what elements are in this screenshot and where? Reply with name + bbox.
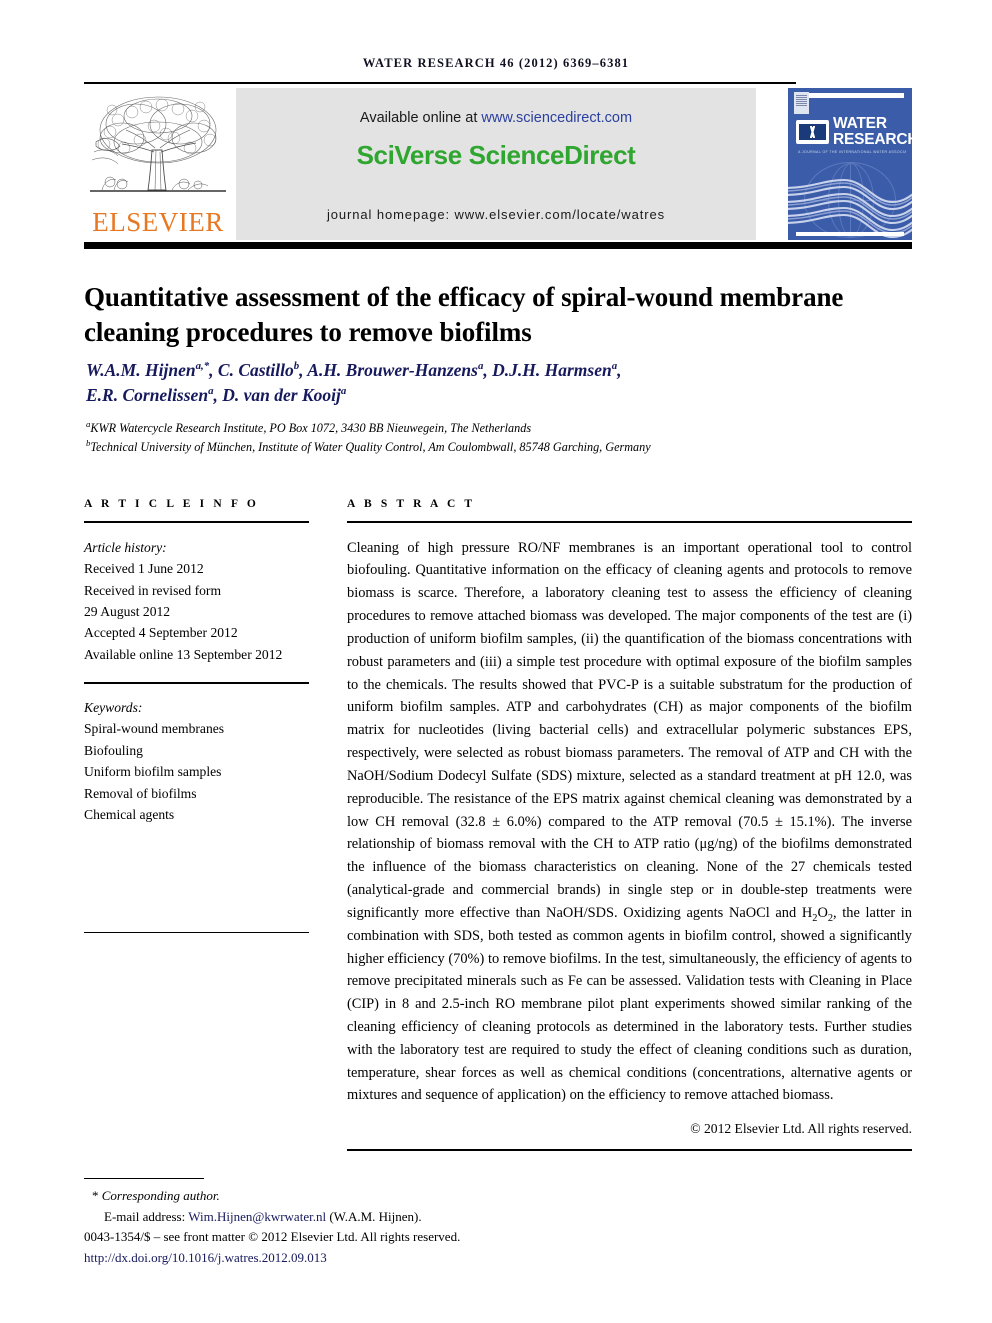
- abstract-column: A B S T R A C T Cleaning of high pressur…: [347, 498, 912, 1151]
- running-head: WATER RESEARCH 46 (2012) 6369–6381: [362, 56, 630, 70]
- list-item: Spiral-wound membranes: [84, 721, 225, 737]
- elsevier-wordmark: ELSEVIER: [92, 207, 224, 237]
- keywords-label: Keywords:: [84, 700, 143, 715]
- affiliation-list: aKWR Watercycle Research Institute, PO B…: [86, 419, 896, 456]
- keyword-items: Spiral-wound membranes Biofouling Uniform …: [84, 718, 309, 825]
- list-item: Biofouling: [84, 742, 143, 758]
- cover-title: WATER RESEARCH: [833, 115, 912, 148]
- elsevier-tree-icon: [88, 90, 228, 206]
- email-note: E-mail address: Wim.Hijnen@kwrwater.nl (…: [84, 1207, 684, 1228]
- journal-article-page: WATER RESEARCH 46 (2012) 6369–6381 ELSEV…: [0, 0, 992, 1323]
- email-suffix: (W.A.M. Hijnen).: [326, 1208, 422, 1224]
- list-item: 29 August 2012: [84, 604, 171, 619]
- email-label: E-mail address:: [104, 1208, 189, 1224]
- abstract-heading: A B S T R A C T: [347, 498, 476, 510]
- article-info-heading: A R T I C L E I N F O: [84, 498, 259, 510]
- list-item: Available online 13 September 2012: [84, 646, 283, 662]
- doi-link[interactable]: http://dx.doi.org/10.1016/j.watres.2012.…: [84, 1248, 684, 1269]
- article-history-block: Article history: Received 1 June 2012 Rec…: [84, 537, 309, 666]
- cover-title-line2: RESEARCH: [833, 130, 912, 148]
- sciverse-word: SciVerse: [356, 140, 463, 170]
- list-item: Received in revised form: [84, 582, 222, 598]
- article-info-rule-mid: [84, 682, 309, 684]
- abstract-copyright: © 2012 Elsevier Ltd. All rights reserved…: [690, 1121, 912, 1137]
- abstract-text: Cleaning of high pressure RO/NF membrane…: [347, 539, 912, 1104]
- list-item: Accepted 4 September 2012: [84, 625, 238, 641]
- elsevier-logo: ELSEVIER: [84, 88, 232, 240]
- affiliation-b: bTechnical University of München, Instit…: [86, 437, 651, 454]
- cover-subtitle: A JOURNAL OF THE INTERNATIONAL WATER ASS…: [798, 150, 906, 154]
- footnote-rule: [84, 1178, 204, 1180]
- cover-wave-graphic: [788, 176, 912, 238]
- author-list: W.A.M. Hijnena,*, C. Castillob, A.H. Bro…: [86, 358, 896, 408]
- abstract-rule-top: [347, 521, 912, 523]
- iwa-logo-icon: [796, 120, 829, 144]
- header-thick-rule: [84, 242, 912, 249]
- affiliation-a: aKWR Watercycle Research Institute, PO B…: [86, 418, 532, 435]
- issn-front-matter-line: 0043-1354/$ – see front matter © 2012 El…: [84, 1229, 461, 1245]
- article-info-rule-top: [84, 521, 309, 523]
- sciencedirect-band: Available online at www.sciencedirect.co…: [236, 88, 756, 240]
- elsevier-badge-icon: [794, 92, 809, 114]
- list-item: Chemical agents: [84, 807, 175, 823]
- header-top-rule: [84, 82, 796, 84]
- abstract-rule-bottom: [347, 1149, 912, 1151]
- available-online-prefix: Available online at: [359, 110, 482, 126]
- cover-top-strip: [796, 93, 904, 98]
- sciverse-sciencedirect-logo: SciVerse ScienceDirect: [236, 140, 756, 171]
- article-history-label: Article history:: [84, 539, 167, 555]
- footnote-block: * Corresponding author. E-mail address: …: [84, 1186, 684, 1268]
- author-line-2: E.R. Cornelissena, D. van der Kooija: [86, 385, 347, 406]
- page-title: Quantitative assessment of the efficacy …: [84, 282, 844, 348]
- journal-homepage-line[interactable]: journal homepage: www.elsevier.com/locat…: [236, 207, 756, 222]
- keywords-block: Keywords: Spiral-wound membranes Biofouli…: [84, 697, 309, 826]
- author-line-1: W.A.M. Hijnena,*, C. Castillob, A.H. Bro…: [86, 360, 622, 380]
- article-history-items: Received 1 June 2012 Received in revised …: [84, 558, 309, 665]
- cover-title-line1: WATER: [833, 115, 887, 132]
- journal-header-band: ELSEVIER Available online at www.science…: [84, 88, 912, 240]
- article-info-column: A R T I C L E I N F O Article history: R…: [84, 498, 309, 934]
- journal-cover-image: WATER RESEARCH A JOURNAL OF THE INTERNAT…: [788, 88, 912, 240]
- cover-bottom-strip: [796, 232, 904, 236]
- corresponding-author-marker: *: [92, 1188, 99, 1203]
- available-online-line: Available online at www.sciencedirect.co…: [236, 110, 756, 126]
- article-info-rule-bottom: [84, 931, 309, 934]
- sciencedirect-word: ScienceDirect: [468, 140, 636, 170]
- list-item: Removal of biofilms: [84, 785, 197, 801]
- corresponding-author-text: Corresponding author.: [101, 1188, 220, 1203]
- list-item: Received 1 June 2012: [84, 561, 204, 577]
- sciencedirect-url[interactable]: www.sciencedirect.com: [481, 110, 632, 126]
- list-item: Uniform biofilm samples: [84, 764, 222, 780]
- corresponding-author-note: * Corresponding author.: [84, 1186, 684, 1207]
- email-address-link[interactable]: Wim.Hijnen@kwrwater.nl: [188, 1209, 326, 1224]
